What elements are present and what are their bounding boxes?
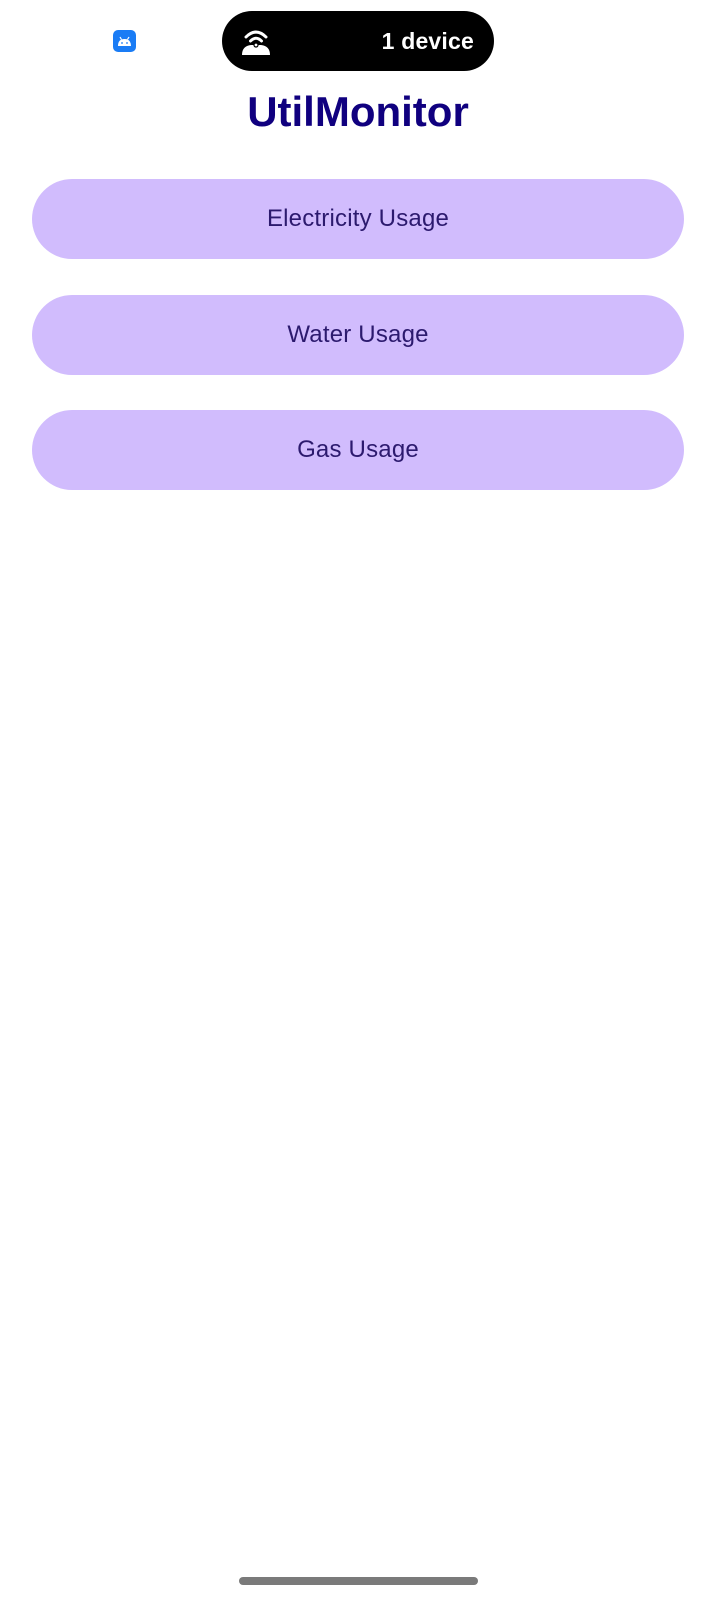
gas-usage-button[interactable]: Gas Usage: [32, 410, 684, 490]
water-usage-button[interactable]: Water Usage: [32, 295, 684, 375]
status-bar: 1 device: [0, 0, 716, 80]
android-robot-icon: [118, 36, 131, 46]
app-title: UtilMonitor: [247, 88, 469, 135]
electricity-usage-button[interactable]: Electricity Usage: [32, 179, 684, 259]
connected-devices-pill[interactable]: 1 device: [222, 11, 494, 71]
app-screen: 1 device UtilMonitor Electricity Usage W…: [0, 0, 716, 1600]
device-count-label: 1 device: [381, 28, 474, 54]
android-app-icon: [113, 30, 136, 52]
wireless-cast-icon: [242, 30, 270, 55]
home-gesture-bar[interactable]: [239, 1577, 478, 1585]
